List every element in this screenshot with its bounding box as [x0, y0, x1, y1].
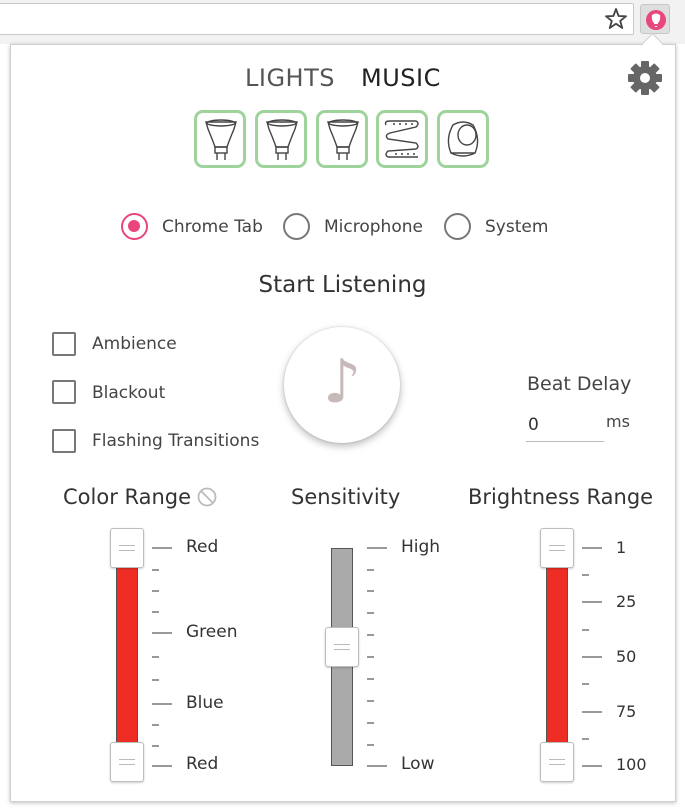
- tick-mark: [367, 744, 374, 746]
- tick-mark: [582, 765, 602, 767]
- beat-delay-label: Beat Delay: [527, 373, 632, 395]
- extension-button[interactable]: [640, 4, 670, 34]
- color-range-track[interactable]: [116, 548, 138, 766]
- color-label-red: Red: [186, 537, 219, 557]
- color-range-handle-bottom[interactable]: [110, 742, 144, 782]
- checkbox-flashing-transitions[interactable]: [52, 429, 76, 453]
- brightness-label: 1: [616, 538, 627, 557]
- color-label-green: Green: [186, 622, 238, 642]
- brightness-label: 100: [616, 755, 647, 774]
- light-selector[interactable]: [376, 110, 428, 168]
- tick-mark: [582, 547, 602, 549]
- tick-mark: [367, 634, 374, 636]
- checkbox-label: Flashing Transitions: [92, 431, 260, 451]
- sensitivity-handle[interactable]: [325, 627, 359, 667]
- brightness-handle-top[interactable]: [540, 528, 574, 568]
- tick-mark: [152, 632, 172, 634]
- tick-mark: [582, 574, 589, 576]
- disable-icon[interactable]: [197, 487, 217, 507]
- color-range-title: Color Range: [63, 485, 192, 509]
- spot-bulb-icon: [327, 119, 359, 160]
- tick-mark: [367, 765, 387, 767]
- extension-icon: [646, 10, 666, 30]
- tick-mark: [152, 679, 159, 681]
- bloom-lamp-icon: [447, 121, 479, 157]
- browser-toolbar: [0, 0, 685, 44]
- tick-mark: [152, 656, 159, 658]
- gear-icon[interactable]: [626, 59, 664, 97]
- light-selector[interactable]: [255, 110, 307, 168]
- sensitivity-label-high: High: [401, 537, 441, 557]
- tick-mark: [152, 590, 159, 592]
- brightness-label: 75: [616, 702, 637, 721]
- color-label-red-end: Red: [186, 754, 219, 774]
- tick-mark: [152, 703, 172, 705]
- tick-mark: [367, 678, 374, 680]
- tick-mark: [582, 711, 602, 713]
- light-selector[interactable]: [316, 110, 368, 168]
- tick-mark: [367, 590, 374, 592]
- tick-mark: [152, 745, 159, 747]
- tick-mark: [582, 683, 589, 685]
- start-listening-label: Start Listening: [258, 272, 427, 298]
- tick-mark: [367, 656, 374, 658]
- tick-mark: [367, 547, 387, 549]
- tick-mark: [152, 569, 159, 571]
- tick-mark: [582, 629, 589, 631]
- spot-bulb-icon: [266, 119, 298, 160]
- radio-label: Microphone: [324, 217, 423, 237]
- checkbox-blackout[interactable]: [52, 380, 76, 404]
- tick-mark: [367, 722, 374, 724]
- tick-mark: [582, 656, 602, 658]
- tick-mark: [152, 724, 159, 726]
- radio-label: System: [485, 217, 549, 237]
- tick-mark: [367, 612, 374, 614]
- tick-mark: [367, 700, 374, 702]
- beat-delay-unit: ms: [606, 412, 630, 431]
- radio-chrome-tab[interactable]: [121, 213, 148, 240]
- start-listening-button[interactable]: ♪: [284, 327, 400, 443]
- beat-delay-input[interactable]: [526, 408, 604, 442]
- checkbox-ambience[interactable]: [52, 332, 76, 356]
- brightness-handle-bottom[interactable]: [540, 742, 574, 782]
- radio-system[interactable]: [444, 213, 471, 240]
- spot-bulb-icon: [205, 119, 237, 160]
- tick-mark: [152, 611, 159, 613]
- lightstrip-icon: [384, 120, 419, 158]
- sensitivity-title: Sensitivity: [291, 485, 401, 509]
- radio-microphone[interactable]: [283, 213, 310, 240]
- address-bar[interactable]: [0, 3, 634, 35]
- brightness-label: 50: [616, 647, 637, 666]
- star-icon[interactable]: [603, 6, 629, 32]
- light-selector[interactable]: [437, 110, 489, 168]
- brightness-label: 25: [616, 592, 637, 611]
- music-note-icon: ♪: [322, 347, 362, 417]
- sensitivity-label-low: Low: [401, 754, 435, 774]
- brightness-range-track[interactable]: [546, 548, 568, 766]
- radio-label: Chrome Tab: [162, 217, 263, 237]
- tick-mark: [582, 601, 602, 603]
- light-selector[interactable]: [194, 110, 246, 168]
- color-label-blue: Blue: [186, 693, 224, 713]
- tick-mark: [152, 765, 172, 767]
- tab-music[interactable]: MUSIC: [361, 64, 441, 92]
- checkbox-label: Ambience: [92, 334, 177, 354]
- color-range-handle-top[interactable]: [110, 528, 144, 568]
- tick-mark: [367, 569, 374, 571]
- tick-mark: [582, 738, 589, 740]
- tab-lights[interactable]: LIGHTS: [245, 64, 335, 92]
- brightness-range-title: Brightness Range: [468, 485, 654, 509]
- tick-mark: [152, 547, 172, 549]
- checkbox-label: Blackout: [92, 383, 166, 403]
